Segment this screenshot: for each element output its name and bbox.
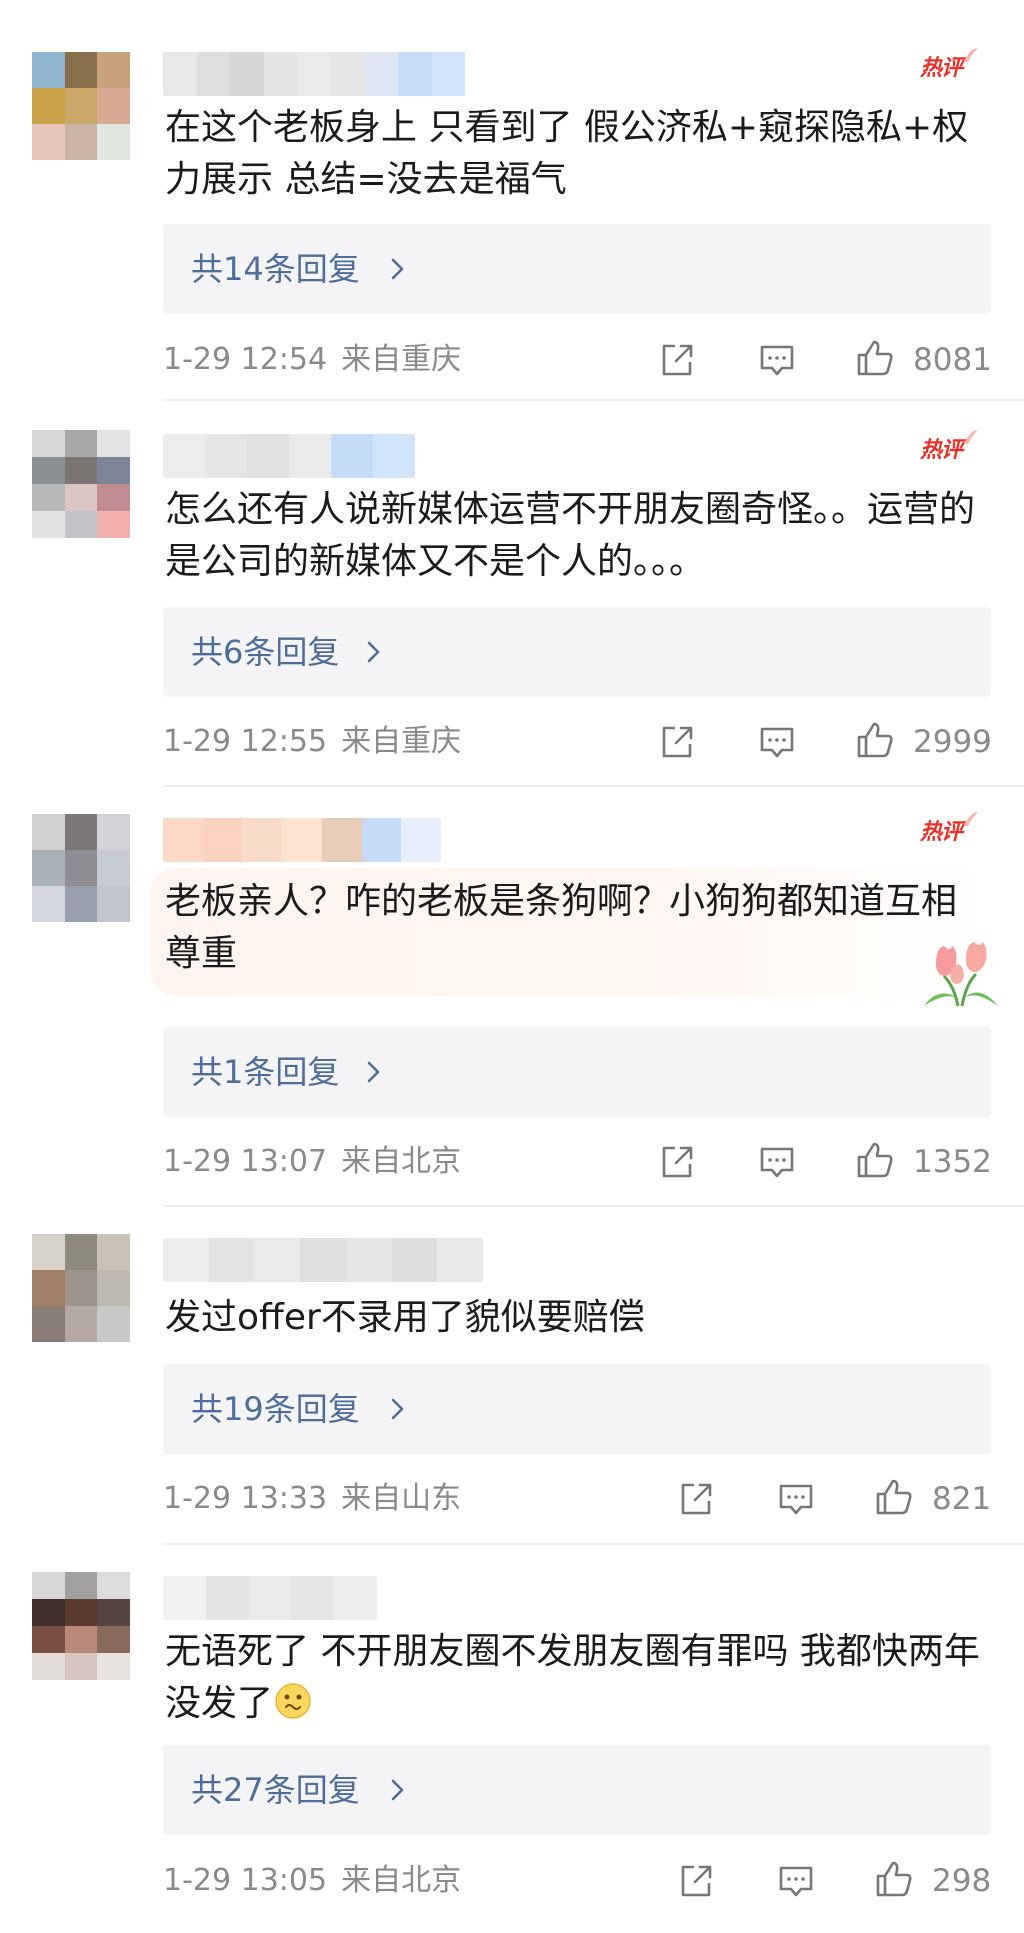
like-count: 298 (932, 1863, 992, 1899)
thumbs-up-icon[interactable] (874, 1859, 914, 1899)
comment-text: 无语死了 不开朋友圈不发朋友圈有罪吗 我都快两年没发了 (165, 1626, 985, 1730)
avatar-pixel (64, 1599, 98, 1626)
avatar-pixel (97, 1599, 130, 1626)
avatar-pixel (32, 1599, 65, 1626)
comment-icon[interactable] (776, 1861, 816, 1901)
username[interactable] (163, 1576, 377, 1620)
speechless-emoji-icon (275, 1683, 311, 1719)
username-pixel (334, 1576, 377, 1620)
avatar-pixel (64, 1572, 98, 1599)
avatar-pixel (32, 1626, 65, 1653)
comment-item: 无语死了 不开朋友圈不发朋友圈有罪吗 我都快两年没发了 共27条回复 1-29 … (0, 0, 1024, 1933)
reply-count-label: 共27条回复 (191, 1771, 360, 1809)
comment-time: 1-29 13:05 (163, 1863, 328, 1898)
comment-meta: 1-29 13:05 来自北京 (163, 1861, 461, 1901)
comment-location: 来自北京 (341, 1863, 462, 1898)
share-icon[interactable] (676, 1861, 716, 1901)
avatar-pixel (32, 1653, 65, 1680)
avatar-pixel (97, 1572, 130, 1599)
avatar-pixel (32, 1572, 65, 1599)
username-pixel (291, 1576, 335, 1620)
avatar[interactable] (32, 1572, 130, 1680)
view-replies-button[interactable]: 共27条回复 (163, 1745, 991, 1835)
chevron-right-icon (391, 1779, 404, 1801)
avatar-pixel (64, 1626, 98, 1653)
avatar-pixel (64, 1653, 98, 1680)
username-pixel (248, 1576, 292, 1620)
avatar-pixel (97, 1626, 130, 1653)
username-pixel (163, 1576, 206, 1620)
avatar-pixel (97, 1653, 130, 1680)
username-pixel (205, 1576, 249, 1620)
